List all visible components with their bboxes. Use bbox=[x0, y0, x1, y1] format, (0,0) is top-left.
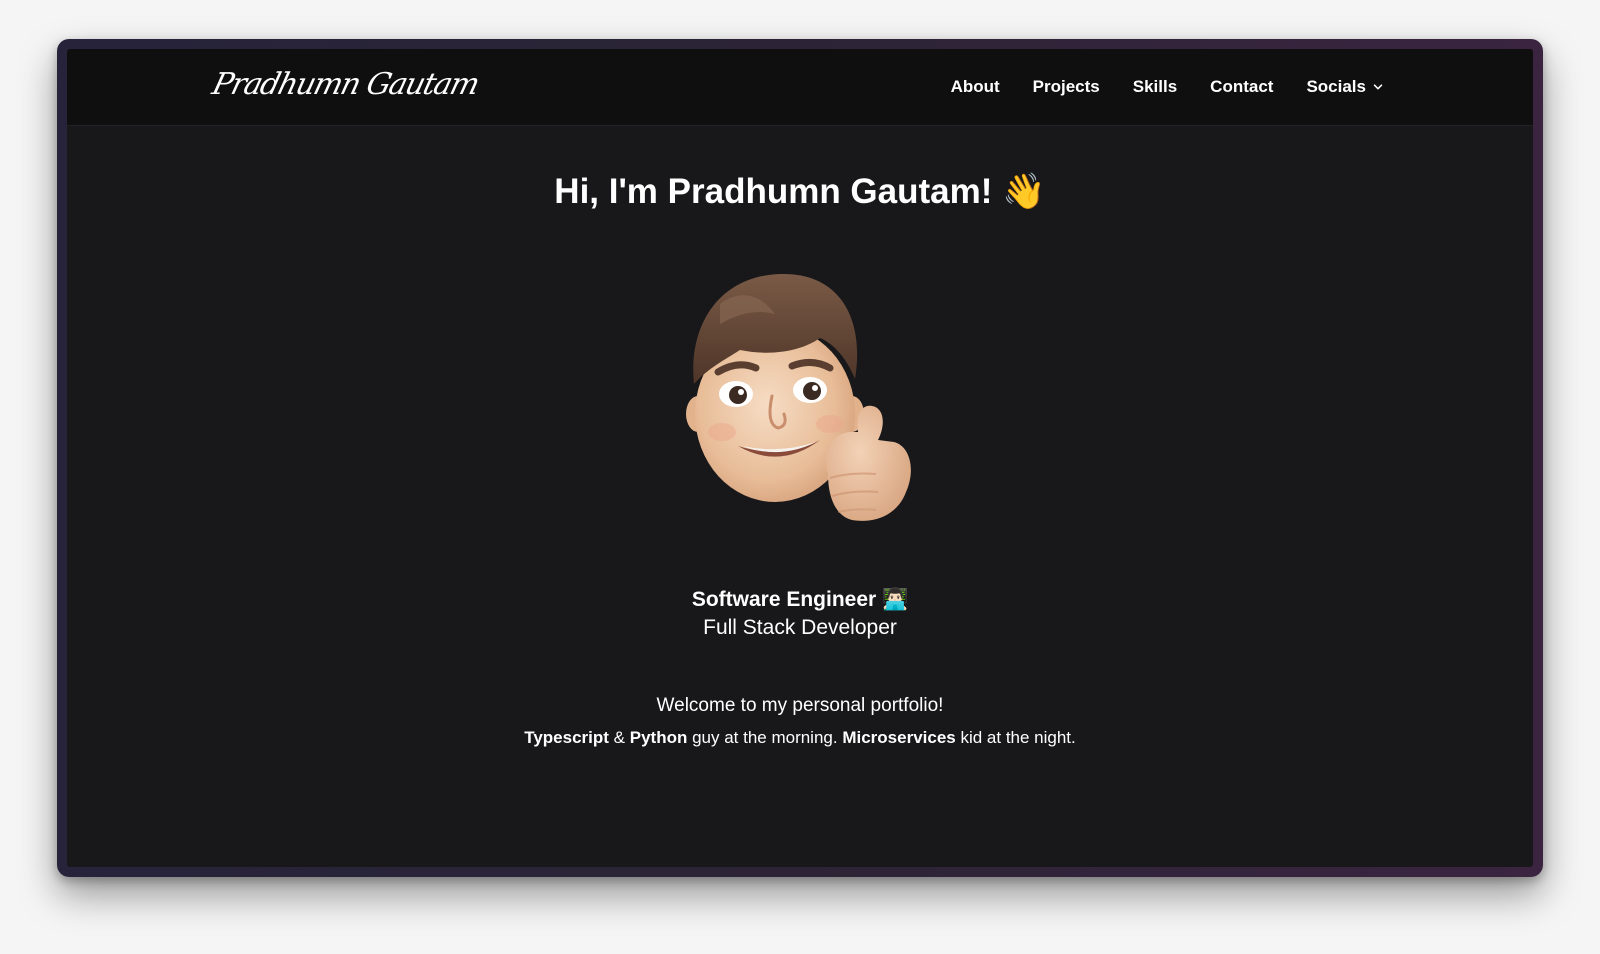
nav-dropdown-socials[interactable]: Socials bbox=[1306, 77, 1383, 97]
tagline-text: guy at the morning. bbox=[687, 728, 843, 747]
tagline-text: & bbox=[608, 728, 630, 747]
page-viewport: Pradhumn Gautam About Projects Skills Co… bbox=[67, 49, 1533, 867]
tagline-typescript: Typescript bbox=[524, 728, 609, 747]
nav-link-projects[interactable]: Projects bbox=[1033, 77, 1100, 97]
tagline-python: Python bbox=[629, 728, 688, 747]
site-logo[interactable]: Pradhumn Gautam bbox=[209, 67, 482, 102]
chevron-down-icon bbox=[1373, 84, 1383, 90]
nav-link-skills[interactable]: Skills bbox=[1133, 77, 1177, 97]
nav-link-socials-label: Socials bbox=[1306, 77, 1366, 96]
nav-links: About Projects Skills Contact Socials bbox=[951, 77, 1383, 97]
tagline-microservices: Microservices bbox=[842, 728, 956, 747]
memoji-avatar-icon bbox=[686, 273, 911, 521]
role-title: Software Engineer 👨🏻‍💻 bbox=[691, 588, 909, 611]
navbar: Pradhumn Gautam About Projects Skills Co… bbox=[67, 49, 1533, 126]
tagline: Typescript & Python guy at the morning. … bbox=[67, 726, 1533, 750]
hero-section: Hi, I'm Pradhumn Gautam! 👋 Software Engi… bbox=[67, 126, 1533, 750]
welcome-text: Welcome to my personal portfolio! bbox=[656, 695, 944, 716]
role-subtitle: Full Stack Developer bbox=[703, 616, 897, 639]
tagline-text: kid at the night. bbox=[955, 728, 1076, 747]
nav-link-contact[interactable]: Contact bbox=[1210, 77, 1273, 97]
avatar bbox=[680, 264, 920, 534]
page-title: Hi, I'm Pradhumn Gautam! 👋 bbox=[554, 172, 1046, 211]
browser-window-frame: Pradhumn Gautam About Projects Skills Co… bbox=[57, 39, 1543, 877]
nav-link-about[interactable]: About bbox=[951, 77, 1000, 97]
